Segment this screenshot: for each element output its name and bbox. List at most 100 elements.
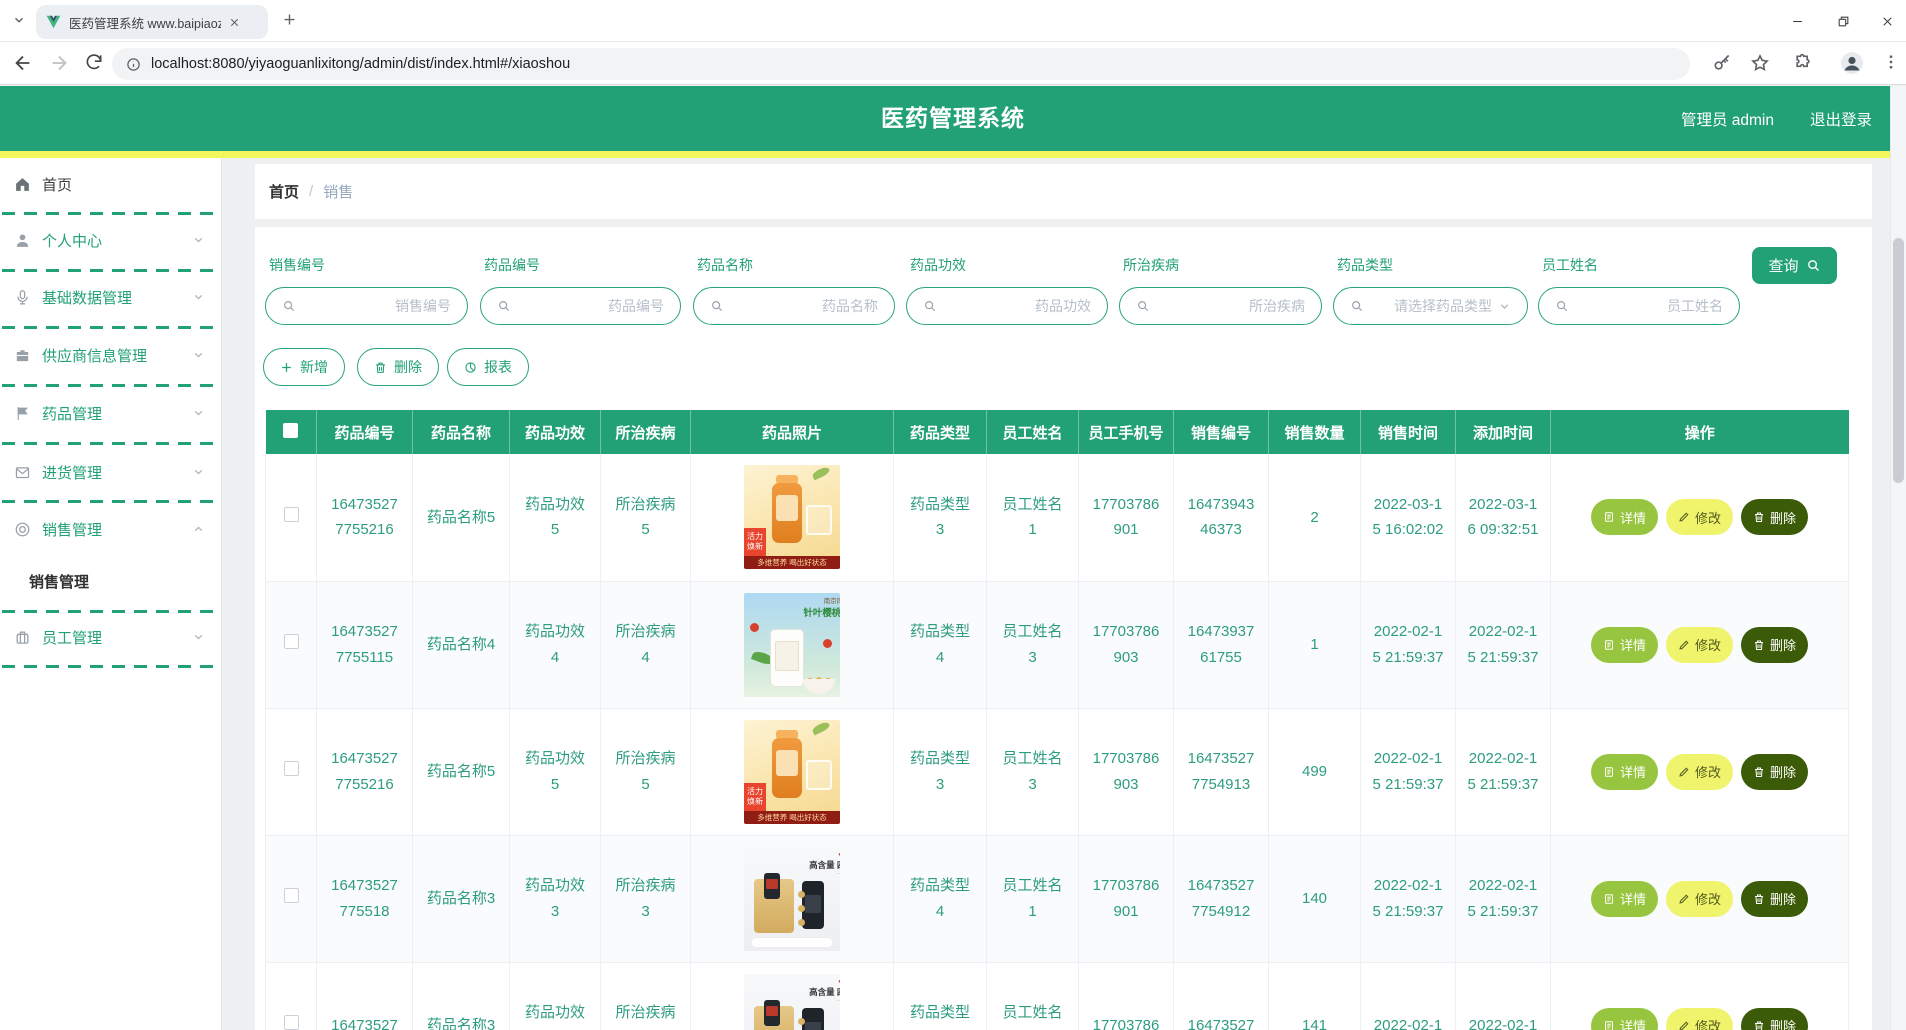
row-checkbox[interactable] bbox=[284, 761, 299, 776]
detail-button-label: 详情 bbox=[1620, 635, 1646, 654]
back-icon[interactable] bbox=[12, 52, 34, 74]
sidebar-item-purchase[interactable]: 进货管理 bbox=[0, 446, 221, 498]
cell-staff-phone: 17703786901 bbox=[1079, 454, 1174, 581]
sidebar-divider bbox=[2, 665, 218, 668]
extensions-icon[interactable] bbox=[1793, 53, 1813, 73]
placeholder-text: 药品编号 bbox=[511, 296, 664, 316]
chevron-up-icon bbox=[192, 523, 205, 536]
tab-search-chevron-icon[interactable] bbox=[12, 13, 26, 27]
select-all-checkbox[interactable] bbox=[283, 423, 298, 438]
pencil-icon bbox=[1678, 511, 1690, 523]
refresh-icon[interactable] bbox=[84, 52, 104, 72]
close-icon[interactable] bbox=[1872, 8, 1902, 34]
search-button[interactable]: 查询 bbox=[1752, 247, 1837, 284]
row-checkbox[interactable] bbox=[284, 507, 299, 522]
edit-button[interactable]: 修改 bbox=[1666, 499, 1733, 535]
sidebar-item-staff[interactable]: 员工管理 bbox=[0, 611, 221, 663]
cell-actions: 详情修改删除 bbox=[1551, 835, 1849, 962]
row-checkbox[interactable] bbox=[284, 1015, 299, 1030]
placeholder-text: 所治疾病 bbox=[1150, 296, 1305, 316]
cell-drug-type: 药品类型4 bbox=[894, 581, 987, 708]
filter-input-staff-name[interactable]: 员工姓名 bbox=[1538, 287, 1740, 325]
cell-sale-id: 1647393761755 bbox=[1174, 581, 1269, 708]
sidebar-item-base-data[interactable]: 基础数据管理 bbox=[0, 271, 221, 323]
cell-quantity: 141 bbox=[1269, 962, 1361, 1030]
sidebar-item-home[interactable]: 首页 bbox=[0, 158, 221, 210]
placeholder-text: 请选择药品类型 bbox=[1364, 296, 1492, 316]
scrollbar-thumb[interactable] bbox=[1893, 238, 1904, 483]
row-delete-button[interactable]: 删除 bbox=[1741, 881, 1808, 917]
forward-icon[interactable] bbox=[48, 52, 70, 74]
add-button[interactable]: 新增 bbox=[263, 348, 345, 386]
breadcrumb-root[interactable]: 首页 bbox=[269, 181, 299, 202]
new-tab-icon[interactable] bbox=[282, 12, 297, 27]
info-icon[interactable] bbox=[126, 57, 141, 72]
edit-button[interactable]: 修改 bbox=[1666, 627, 1733, 663]
report-button[interactable]: 报表 bbox=[447, 348, 529, 386]
menu-icon[interactable] bbox=[1882, 53, 1900, 71]
star-icon[interactable] bbox=[1750, 53, 1770, 73]
cell-drug-name: 药品名称3 bbox=[413, 962, 510, 1030]
cell-drug-photo: ●高含量 四效合一···· bbox=[691, 835, 894, 962]
sidebar-item-supplier[interactable]: 供应商信息管理 bbox=[0, 329, 221, 381]
cell-staff-phone: 17703786903 bbox=[1079, 581, 1174, 708]
browser-tab[interactable]: 医药管理系统 www.baipiaozhc bbox=[36, 5, 268, 39]
edit-button[interactable]: 修改 bbox=[1666, 754, 1733, 790]
delete-button[interactable]: 删除 bbox=[357, 348, 439, 386]
breadcrumb-separator: / bbox=[309, 183, 313, 200]
row-delete-button[interactable]: 删除 bbox=[1741, 1008, 1808, 1030]
plus-icon bbox=[280, 361, 293, 374]
sidebar-item-label: 销售管理 bbox=[42, 519, 102, 540]
detail-button[interactable]: 详情 bbox=[1591, 881, 1658, 917]
detail-button[interactable]: 详情 bbox=[1591, 499, 1658, 535]
row-checkbox[interactable] bbox=[284, 634, 299, 649]
row-delete-button[interactable]: 删除 bbox=[1741, 499, 1808, 535]
detail-button[interactable]: 详情 bbox=[1591, 1008, 1658, 1030]
edit-button[interactable]: 修改 bbox=[1666, 1008, 1733, 1030]
sidebar-item-drug[interactable]: 药品管理 bbox=[0, 387, 221, 439]
sidebar-subitem-sales[interactable]: 销售管理 bbox=[0, 555, 221, 607]
flag-icon bbox=[14, 405, 31, 422]
filter-input-sale-no[interactable]: 销售编号 bbox=[265, 287, 468, 325]
row-delete-button[interactable]: 删除 bbox=[1741, 754, 1808, 790]
cell-actions: 详情修改删除 bbox=[1551, 708, 1849, 835]
sidebar-item-profile[interactable]: 个人中心 bbox=[0, 214, 221, 266]
edit-button-label: 修改 bbox=[1695, 508, 1721, 527]
column-header: 员工姓名 bbox=[987, 410, 1079, 454]
detail-button[interactable]: 详情 bbox=[1591, 627, 1658, 663]
filter-input-disease[interactable]: 所治疾病 bbox=[1119, 287, 1322, 325]
tab-close-icon[interactable] bbox=[229, 17, 240, 28]
document-icon bbox=[1603, 1020, 1615, 1030]
page-scrollbar[interactable] bbox=[1890, 86, 1906, 1030]
column-header: 员工手机号 bbox=[1079, 410, 1174, 454]
logout-link[interactable]: 退出登录 bbox=[1810, 108, 1872, 130]
filter-input-drug-effect[interactable]: 药品功效 bbox=[906, 287, 1108, 325]
sidebar-item-label: 供应商信息管理 bbox=[42, 345, 147, 366]
breadcrumb: 首页 / 销售 bbox=[255, 164, 1872, 219]
table-row: 164735277755216药品名称5药品功效5所治疾病5活力焕新多维营养 喝… bbox=[266, 454, 1849, 581]
minimize-icon[interactable] bbox=[1782, 8, 1812, 34]
cell-drug-effect: 药品功效5 bbox=[510, 708, 601, 835]
edit-button[interactable]: 修改 bbox=[1666, 881, 1733, 917]
filter-input-drug-name[interactable]: 药品名称 bbox=[693, 287, 895, 325]
cell-drug-type: 药品类型4 bbox=[894, 835, 987, 962]
row-checkbox-cell bbox=[266, 708, 317, 835]
filter-select-drug-type[interactable]: 请选择药品类型 bbox=[1333, 287, 1528, 325]
sidebar-item-label: 药品管理 bbox=[42, 403, 102, 424]
row-delete-button[interactable]: 删除 bbox=[1741, 627, 1808, 663]
url-bar[interactable]: localhost:8080/yiyaoguanlixitong/admin/d… bbox=[112, 48, 1690, 80]
cell-staff-name: 员工姓名1 bbox=[987, 454, 1079, 581]
detail-button[interactable]: 详情 bbox=[1591, 754, 1658, 790]
restore-icon[interactable] bbox=[1828, 8, 1858, 34]
row-checkbox[interactable] bbox=[284, 888, 299, 903]
search-icon bbox=[282, 299, 296, 313]
search-icon bbox=[497, 299, 511, 313]
cell-drug-effect: 药品功效4 bbox=[510, 581, 601, 708]
key-icon[interactable] bbox=[1712, 53, 1732, 73]
sidebar-divider bbox=[2, 326, 218, 329]
sidebar-item-sales[interactable]: 销售管理 bbox=[0, 503, 221, 555]
cell-drug-photo: 活力焕新多维营养 喝出好状态 bbox=[691, 454, 894, 581]
profile-icon[interactable] bbox=[1840, 51, 1864, 75]
filter-input-drug-no[interactable]: 药品编号 bbox=[480, 287, 681, 325]
sidebar-subitem-label: 销售管理 bbox=[29, 571, 89, 592]
